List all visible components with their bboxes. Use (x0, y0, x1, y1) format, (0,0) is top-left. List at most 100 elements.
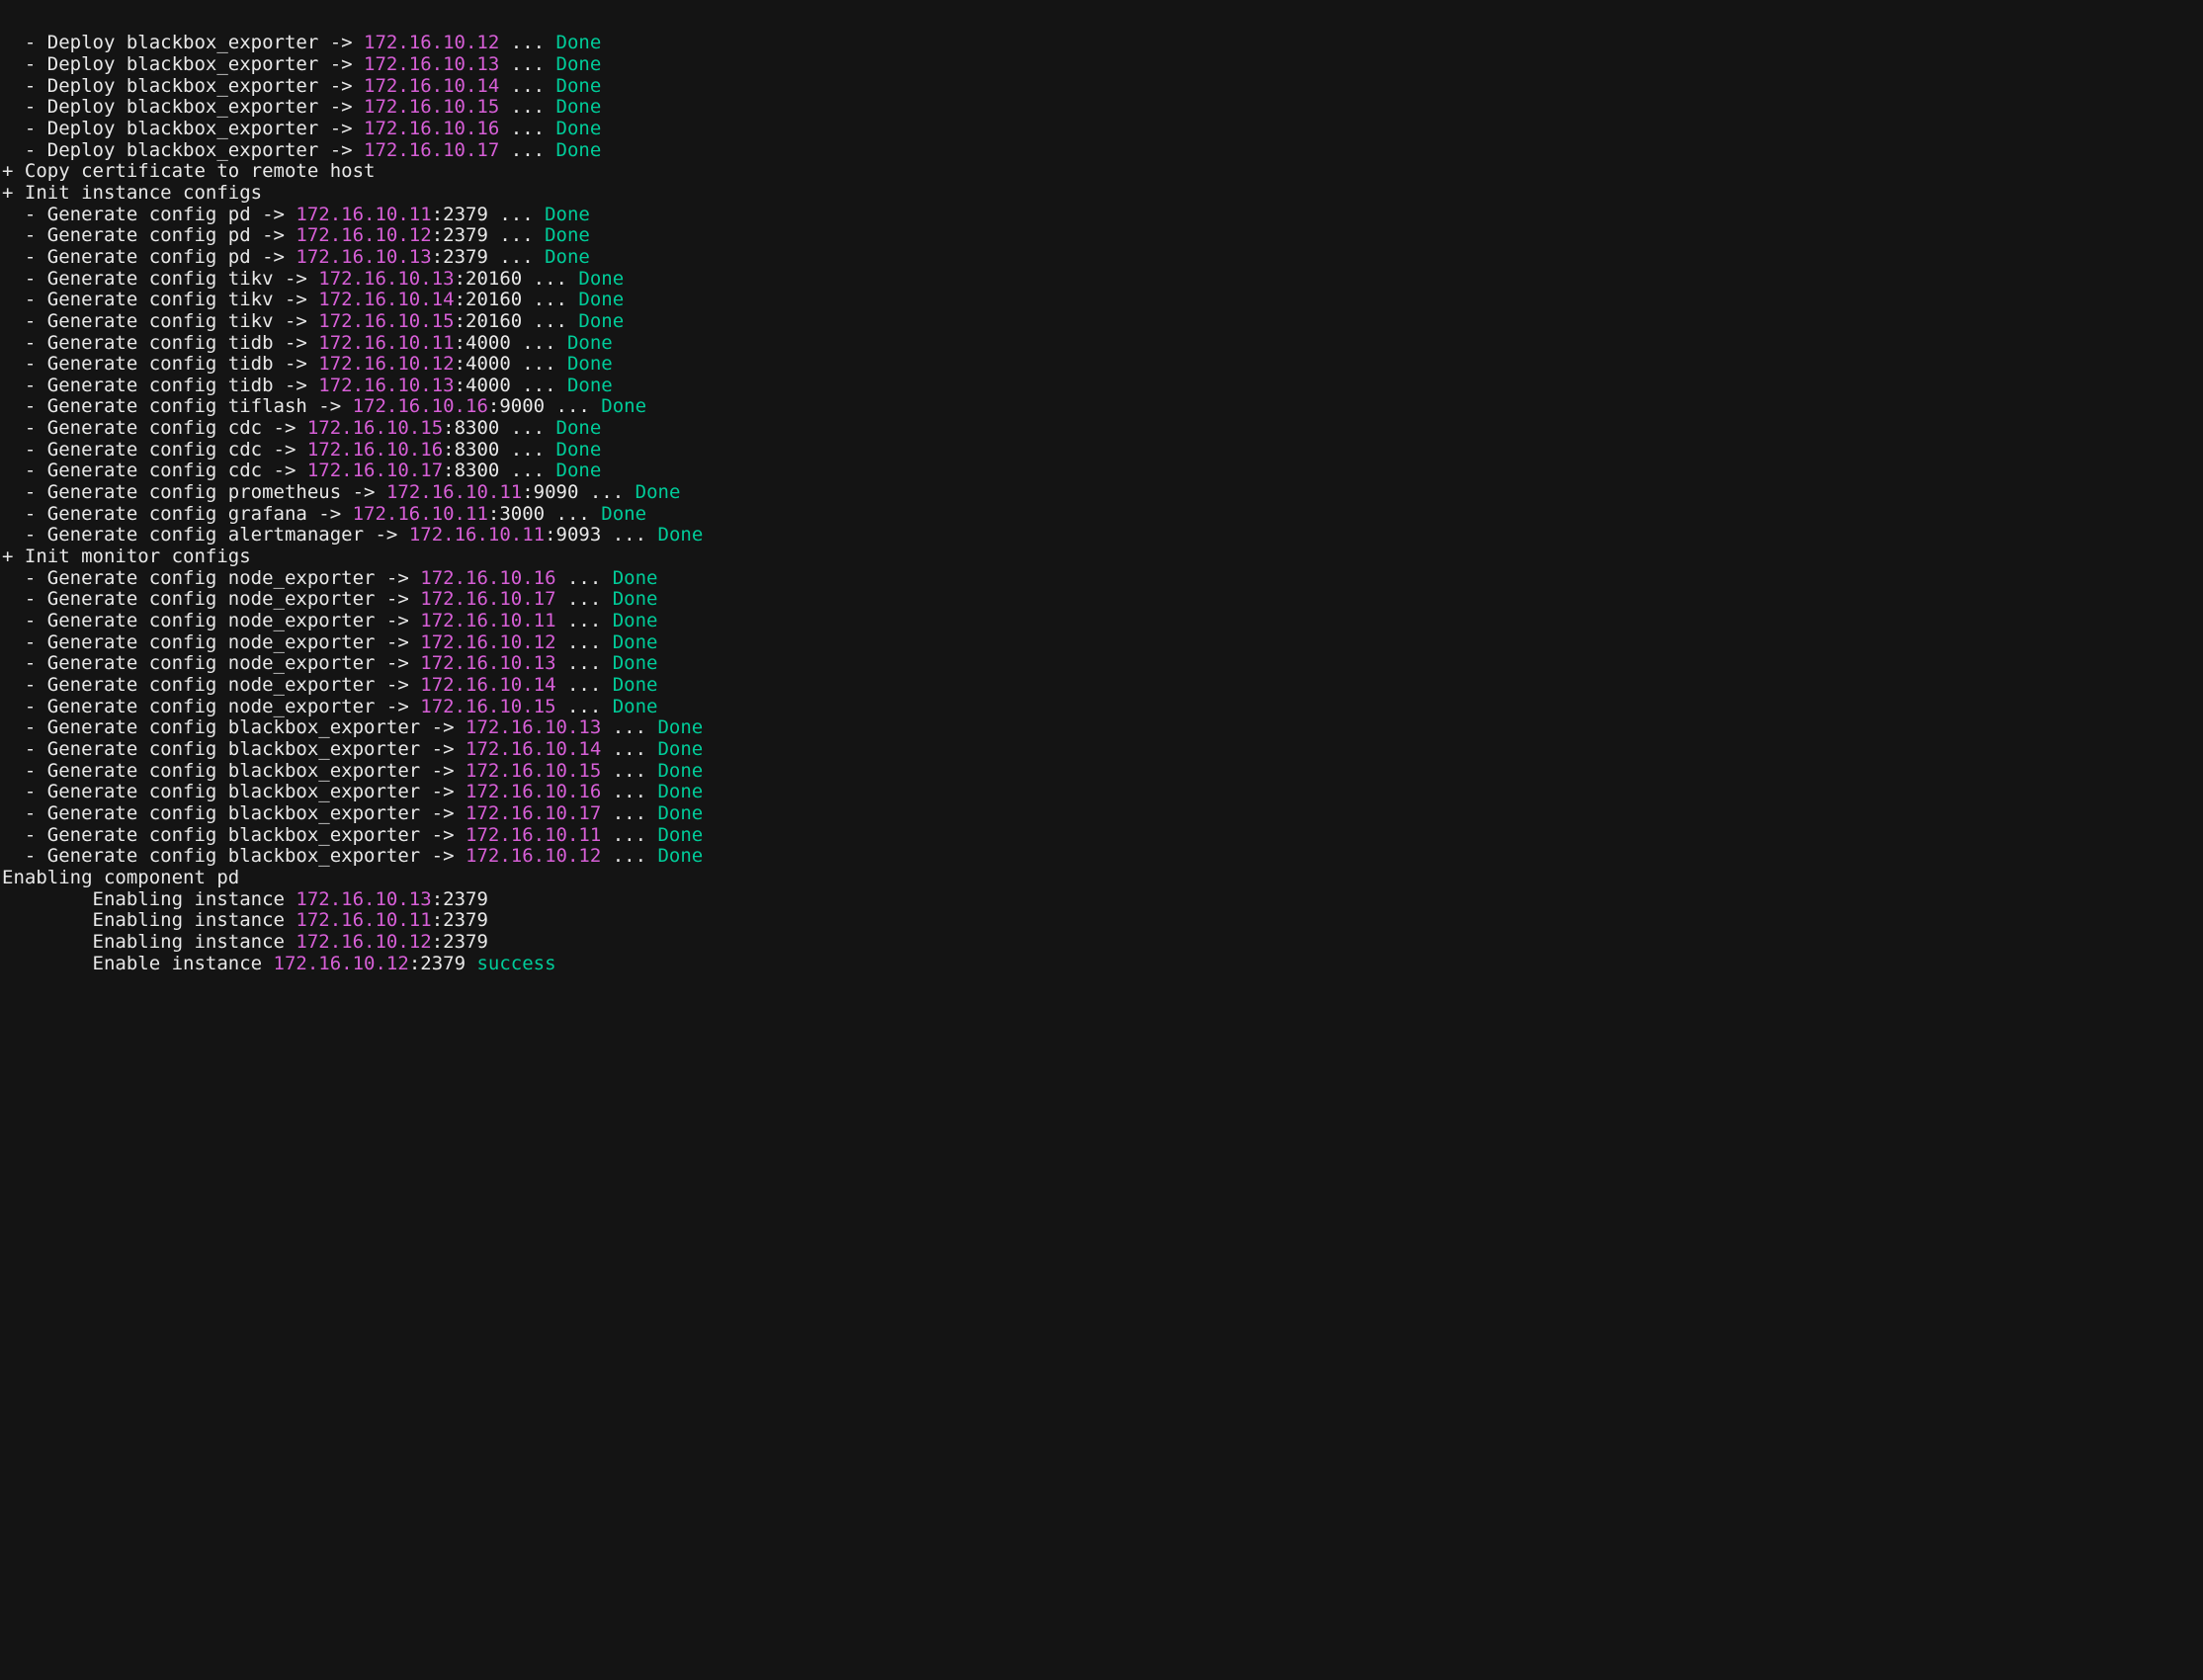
ip-address: 172.16.10.11 (409, 524, 545, 546)
text: - Generate config node_exporter -> (2, 674, 420, 696)
ip-address: 172.16.10.17 (364, 139, 499, 161)
text: - Generate config tidb -> (2, 353, 318, 375)
ip-address: 172.16.10.15 (420, 696, 555, 717)
terminal-line: - Generate config tikv -> 172.16.10.15:2… (2, 311, 2201, 333)
text: ... (601, 781, 657, 802)
ip-address: 172.16.10.12 (466, 845, 601, 867)
status-done: Done (613, 674, 658, 696)
text: ... (601, 760, 657, 782)
terminal-line: - Generate config node_exporter -> 172.1… (2, 675, 2201, 697)
port: :8300 (443, 460, 499, 481)
port: :20160 (455, 268, 523, 290)
text: - Generate config alertmanager -> (2, 524, 409, 546)
terminal-line: - Generate config blackbox_exporter -> 1… (2, 803, 2201, 825)
text: - Deploy blackbox_exporter -> (2, 75, 364, 97)
text: - Generate config node_exporter -> (2, 610, 420, 631)
terminal-line: - Deploy blackbox_exporter -> 172.16.10.… (2, 33, 2201, 54)
terminal-line: Enabling instance 172.16.10.11:2379 (2, 910, 2201, 932)
ip-address: 172.16.10.13 (318, 375, 454, 396)
text: - Generate config node_exporter -> (2, 631, 420, 653)
terminal-line: - Generate config node_exporter -> 172.1… (2, 589, 2201, 611)
port: :20160 (455, 289, 523, 310)
terminal-line: - Generate config tidb -> 172.16.10.13:4… (2, 376, 2201, 397)
text: ... (556, 567, 613, 589)
text: - Generate config tikv -> (2, 289, 318, 310)
text: ... (556, 652, 613, 674)
port: :20160 (455, 310, 523, 332)
ip-address: 172.16.10.13 (318, 268, 454, 290)
text: - Generate config prometheus -> (2, 481, 386, 503)
status-done: Done (556, 460, 602, 481)
terminal-line: - Generate config tidb -> 172.16.10.12:4… (2, 354, 2201, 376)
port: :9090 (522, 481, 578, 503)
terminal-line: - Generate config node_exporter -> 172.1… (2, 611, 2201, 632)
port: :3000 (488, 503, 545, 525)
ip-address: 172.16.10.12 (296, 931, 431, 953)
status-done: Done (556, 96, 602, 118)
terminal-line: - Generate config tikv -> 172.16.10.14:2… (2, 290, 2201, 311)
port: :2379 (432, 246, 488, 268)
terminal-line: - Deploy blackbox_exporter -> 172.16.10.… (2, 97, 2201, 119)
text: ... (556, 588, 613, 610)
ip-address: 172.16.10.16 (466, 781, 601, 802)
text: - Generate config node_exporter -> (2, 567, 420, 589)
terminal-line: - Generate config alertmanager -> 172.16… (2, 525, 2201, 546)
status-done: Done (657, 760, 703, 782)
text: ... (522, 268, 578, 290)
text: ... (601, 845, 657, 867)
text: - Generate config pd -> (2, 204, 296, 225)
status-done: Done (578, 310, 624, 332)
ip-address: 172.16.10.11 (386, 481, 522, 503)
text: ... (556, 674, 613, 696)
text: - Generate config cdc -> (2, 439, 307, 461)
ip-address: 172.16.10.12 (420, 631, 555, 653)
text: ... (556, 610, 613, 631)
ip-address: 172.16.10.13 (296, 246, 431, 268)
text: ... (499, 32, 555, 53)
port: :9000 (488, 395, 545, 417)
ip-address: 172.16.10.16 (420, 567, 555, 589)
ip-address: 172.16.10.13 (466, 716, 601, 738)
text: ... (601, 524, 657, 546)
port: :2379 (432, 931, 488, 953)
text: - Generate config node_exporter -> (2, 696, 420, 717)
ip-address: 172.16.10.11 (353, 503, 488, 525)
ip-address: 172.16.10.12 (296, 224, 431, 246)
status-done: Done (657, 738, 703, 760)
text: ... (545, 395, 601, 417)
status-done: Done (556, 75, 602, 97)
status-done: Done (657, 824, 703, 846)
text: - Generate config blackbox_exporter -> (2, 824, 466, 846)
text: ... (488, 246, 545, 268)
text: + Copy certificate to remote host (2, 160, 376, 182)
terminal-line: - Deploy blackbox_exporter -> 172.16.10.… (2, 76, 2201, 98)
text: - Generate config tikv -> (2, 268, 318, 290)
port: :9093 (545, 524, 601, 546)
text: - Generate config pd -> (2, 246, 296, 268)
status-done: Done (556, 32, 602, 53)
terminal-line: Enabling instance 172.16.10.12:2379 (2, 932, 2201, 954)
ip-address: 172.16.10.14 (318, 289, 454, 310)
status-done: Done (545, 204, 590, 225)
ip-address: 172.16.10.13 (420, 652, 555, 674)
ip-address: 172.16.10.15 (364, 96, 499, 118)
text: ... (522, 289, 578, 310)
ip-address: 172.16.10.12 (364, 32, 499, 53)
text: ... (499, 417, 555, 439)
terminal-line: - Generate config tikv -> 172.16.10.13:2… (2, 269, 2201, 291)
terminal-line: - Generate config node_exporter -> 172.1… (2, 653, 2201, 675)
text: - Deploy blackbox_exporter -> (2, 139, 364, 161)
terminal-line: - Generate config cdc -> 172.16.10.16:83… (2, 440, 2201, 462)
ip-address: 172.16.10.13 (364, 53, 499, 75)
terminal-line: - Generate config pd -> 172.16.10.11:237… (2, 205, 2201, 226)
text: - Deploy blackbox_exporter -> (2, 53, 364, 75)
text: ... (556, 631, 613, 653)
terminal-line: + Init monitor configs (2, 546, 2201, 568)
text: - Generate config node_exporter -> (2, 588, 420, 610)
text: ... (499, 53, 555, 75)
status-done: Done (567, 332, 613, 354)
text: Enabling instance (2, 888, 296, 910)
port: :2379 (432, 204, 488, 225)
ip-address: 172.16.10.12 (274, 953, 409, 974)
port: :8300 (443, 417, 499, 439)
